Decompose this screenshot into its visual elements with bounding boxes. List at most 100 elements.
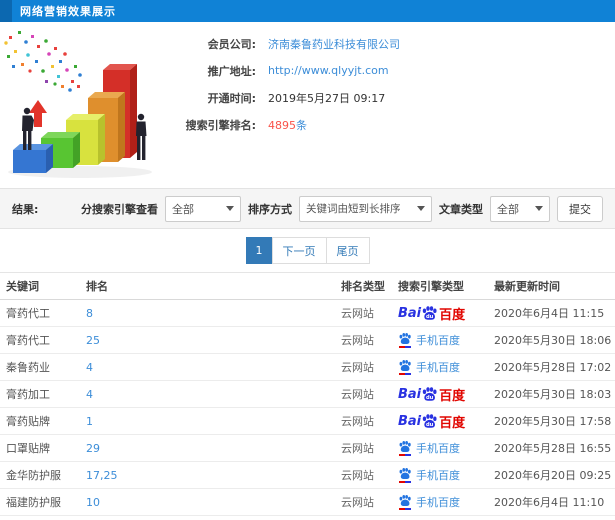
info-row-rank-count: 搜索引擎排名: 4895条 xyxy=(170,111,615,138)
rank-link[interactable]: 8 xyxy=(86,307,341,320)
keyword-cell: 膏药代工 xyxy=(6,334,50,347)
updated-time-cell: 2020年6月4日 11:15 xyxy=(494,307,605,320)
svg-text:du: du xyxy=(426,395,434,401)
rank-count-number: 4895 xyxy=(268,118,296,132)
page-title: 网络营销效果展示 xyxy=(20,5,116,18)
bar-chart-clipart xyxy=(0,26,170,186)
updated-time-cell: 2020年5月28日 16:55 xyxy=(494,442,612,455)
engine-cell: 手机百度 xyxy=(398,359,494,375)
header-rank: 排名 xyxy=(86,280,108,293)
page-number-current[interactable]: 1 xyxy=(245,237,273,264)
rank-link[interactable]: 4 xyxy=(86,361,341,374)
submit-button[interactable]: 提交 xyxy=(557,195,603,222)
open-time-label: 开通时间: xyxy=(207,91,256,105)
sort-label: 排序方式 xyxy=(248,202,292,216)
svg-text:du: du xyxy=(426,314,434,320)
baidu-paw-icon: du xyxy=(421,386,438,402)
rank-type-cell: 云网站 xyxy=(341,442,374,455)
baidu-logo: Bai du 百度 xyxy=(398,305,466,323)
table-row: 膏药贴牌 1 云网站 Bai du 百度 2020年5月30日 17:58 xyxy=(0,408,615,435)
header-rank-type: 排名类型 xyxy=(341,280,385,293)
rank-type-cell: 云网站 xyxy=(341,496,374,509)
company-info-list: 会员公司: 济南秦鲁药业科技有限公司 推广地址: http://www.qlyy… xyxy=(170,22,615,188)
table-body: 膏药代工 8 云网站 Bai du 百度 2020年6月4日 11:15 膏药代… xyxy=(0,300,615,520)
baidu-paw-icon: du xyxy=(421,305,438,321)
engine-filter-select[interactable]: 全部 xyxy=(165,195,241,222)
next-page-button[interactable]: 下一页 xyxy=(271,237,327,264)
last-page-button[interactable]: 尾页 xyxy=(325,237,370,264)
keyword-cell: 膏药贴牌 xyxy=(6,415,50,428)
updated-time-cell: 2020年6月20日 09:25 xyxy=(494,469,612,482)
keyword-cell: 膏药加工 xyxy=(6,388,50,401)
sort-value: 关键词由短到长排序 xyxy=(306,203,401,215)
info-row-opened: 开通时间: 2019年5月27日 09:17 xyxy=(170,84,615,111)
baidu-mobile-logo: 手机百度 xyxy=(398,467,460,483)
table-row: 秦鲁药业 4 云网站 手机百度 2020年5月28日 17:02 xyxy=(0,354,615,381)
engine-cell: Bai du 百度 xyxy=(398,412,494,431)
rank-type-cell: 云网站 xyxy=(341,334,374,347)
open-time-value: 2019年5月27日 09:17 xyxy=(268,91,386,105)
engine-cell: 手机百度 xyxy=(398,440,494,456)
table-row: 膏药代工 25 云网站 手机百度 2020年5月30日 18:06 xyxy=(0,327,615,354)
caret-down-icon xyxy=(417,206,425,211)
engine-cell: 手机百度 xyxy=(398,332,494,348)
caret-down-icon xyxy=(226,206,234,211)
titlebar-accent xyxy=(0,0,12,22)
keyword-cell: 膏药代工 xyxy=(6,307,50,320)
article-type-select[interactable]: 全部 xyxy=(490,195,550,222)
rank-link[interactable]: 17,25 xyxy=(86,469,341,482)
article-type-label: 文章类型 xyxy=(439,202,483,216)
updated-time-cell: 2020年5月28日 17:02 xyxy=(494,361,612,374)
keyword-cell: 口罩贴牌 xyxy=(6,442,50,455)
growth-chart-illustration xyxy=(4,31,152,178)
article-type-value: 全部 xyxy=(497,202,519,216)
rank-type-cell: 云网站 xyxy=(341,415,374,428)
rank-count-unit: 条 xyxy=(296,118,307,132)
titlebar: 网络营销效果展示 xyxy=(0,0,615,22)
rank-link[interactable]: 4 xyxy=(86,388,341,401)
rank-type-cell: 云网站 xyxy=(341,469,374,482)
rank-link[interactable]: 10 xyxy=(86,496,341,509)
businessman-left xyxy=(22,107,34,150)
businessman-right xyxy=(136,113,147,160)
rank-count-label: 搜索引擎排名: xyxy=(185,118,256,132)
updated-time-cell: 2020年5月30日 18:06 xyxy=(494,334,612,347)
updated-time-cell: 2020年6月4日 11:10 xyxy=(494,496,605,509)
table-row: 福建防护服 10 云网站 手机百度 2020年6月4日 11:10 xyxy=(0,489,615,516)
baidu-mobile-paw-icon xyxy=(398,467,412,483)
pagination: 1 下一页 尾页 xyxy=(0,229,615,272)
engine-cell: Bai du 百度 xyxy=(398,304,494,323)
engine-filter-label: 分搜索引擎查看 xyxy=(81,202,158,216)
engine-cell: 手机百度 xyxy=(398,467,494,483)
header-engine-type: 搜索引擎类型 xyxy=(398,280,464,293)
table-row: 金华防护服 17,25 云网站 手机百度 2020年6月20日 09:25 xyxy=(0,462,615,489)
sort-select[interactable]: 关键词由短到长排序 xyxy=(299,195,432,222)
info-row-company: 会员公司: 济南秦鲁药业科技有限公司 xyxy=(170,30,615,57)
rank-count-value: 4895条 xyxy=(268,117,307,133)
svg-text:du: du xyxy=(426,422,434,428)
rank-link[interactable]: 25 xyxy=(86,334,341,347)
keyword-cell: 秦鲁药业 xyxy=(6,361,50,374)
baidu-mobile-logo: 手机百度 xyxy=(398,332,460,348)
company-name-link[interactable]: 济南秦鲁药业科技有限公司 xyxy=(268,36,400,52)
result-label: 结果: xyxy=(12,202,39,216)
baidu-mobile-paw-icon xyxy=(398,332,412,348)
company-label: 会员公司: xyxy=(207,37,256,51)
rank-type-cell: 云网站 xyxy=(341,361,374,374)
rank-link[interactable]: 29 xyxy=(86,442,341,455)
page: 网络营销效果展示 会员公司: 济南秦鲁药业科技有限公司 推广地址: http:/… xyxy=(0,0,615,520)
caret-down-icon xyxy=(535,206,543,211)
baidu-mobile-paw-icon xyxy=(398,359,412,375)
baidu-logo: Bai du 百度 xyxy=(398,386,466,404)
baidu-mobile-logo: 手机百度 xyxy=(398,359,460,375)
baidu-logo: Bai du 百度 xyxy=(398,413,466,431)
engine-filter-value: 全部 xyxy=(172,202,194,216)
table-header: 关键词 排名 排名类型 搜索引擎类型 最新更新时间 xyxy=(0,272,615,300)
table-row: 膏药代工 8 云网站 Bai du 百度 2020年6月4日 11:15 xyxy=(0,300,615,327)
rank-type-cell: 云网站 xyxy=(341,388,374,401)
header-keyword: 关键词 xyxy=(6,280,39,293)
promo-url-link[interactable]: http://www.qlyyjt.com xyxy=(268,64,389,77)
keyword-rank-table: 关键词 排名 排名类型 搜索引擎类型 最新更新时间 膏药代工 8 云网站 Bai xyxy=(0,272,615,520)
rank-link[interactable]: 1 xyxy=(86,415,341,428)
info-section: 会员公司: 济南秦鲁药业科技有限公司 推广地址: http://www.qlyy… xyxy=(0,22,615,188)
